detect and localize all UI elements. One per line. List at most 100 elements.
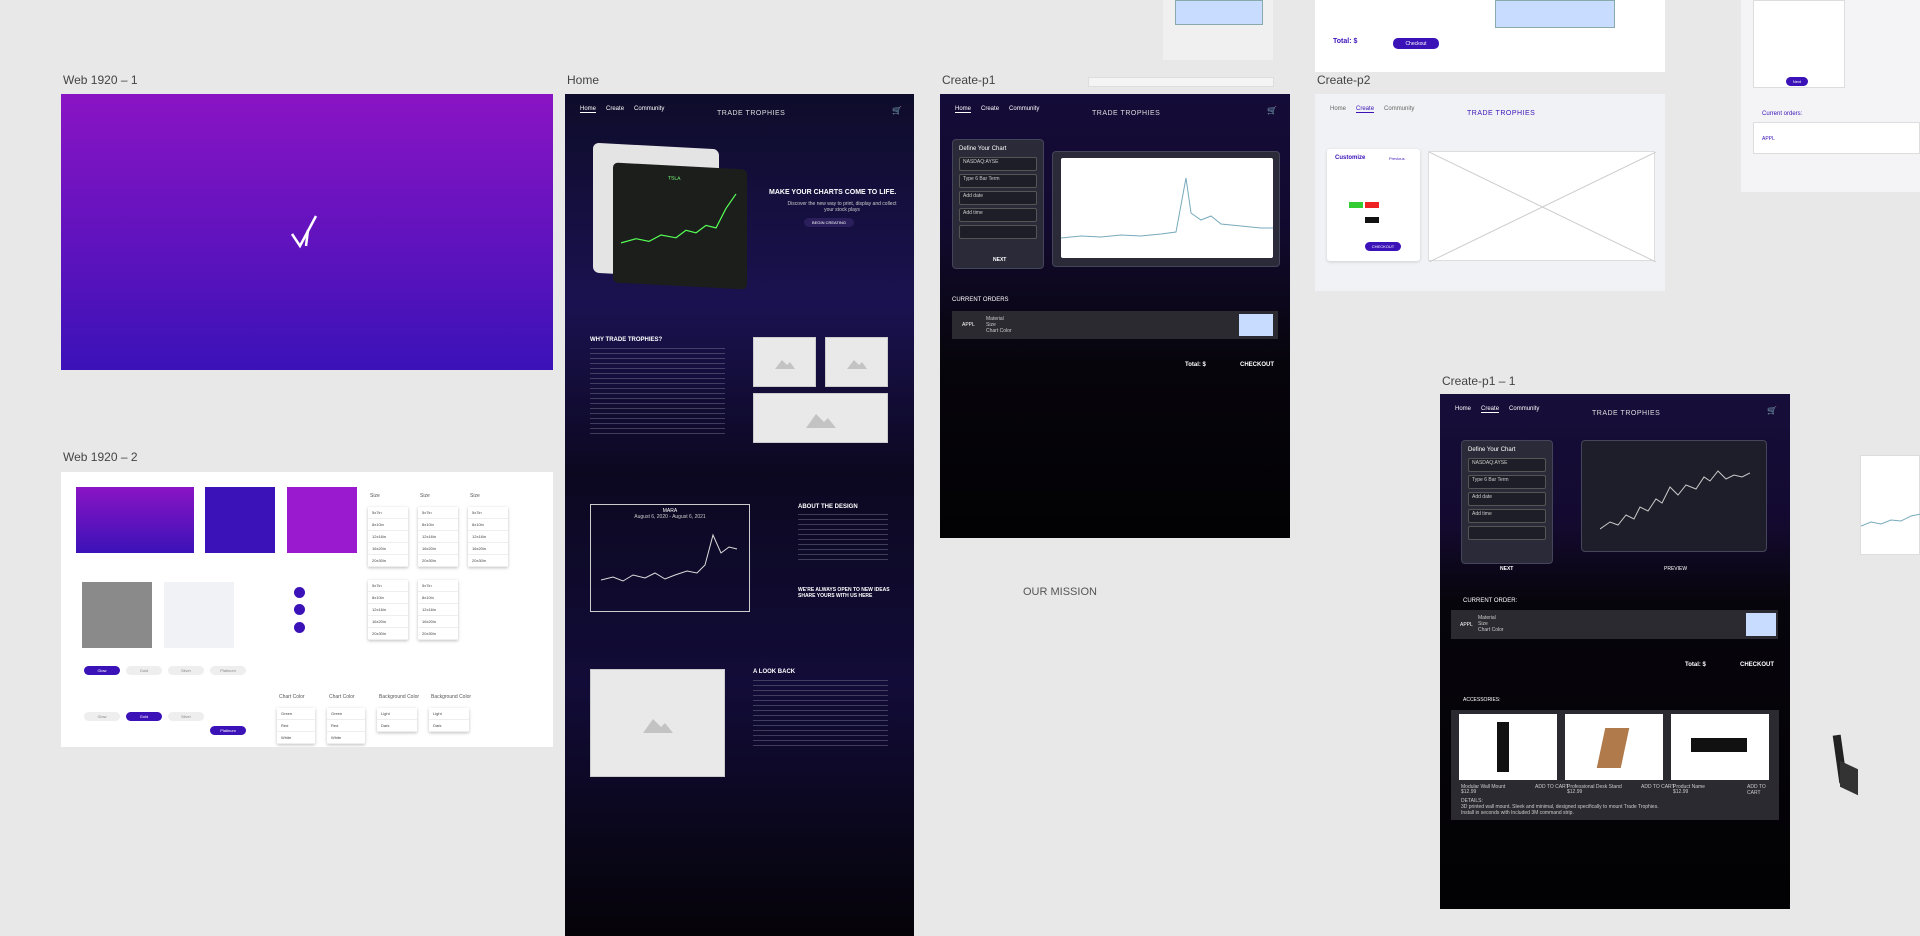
nav-create-3[interactable]: Create (1356, 106, 1375, 113)
size-dropdown-5[interactable]: 5x7in 8x10in 12x16in 16x20in 20x30in (418, 580, 458, 640)
topright-next-button[interactable]: Next (1786, 77, 1808, 86)
why-title: WHY TRADE TROPHIES? (590, 337, 663, 343)
pill-gold-active[interactable]: Gold (126, 712, 162, 721)
nav-community-2[interactable]: Community (1009, 106, 1039, 113)
chart-color-title-2: Chart Color (329, 694, 355, 700)
artboard-label-web2[interactable]: Web 1920 – 2 (63, 450, 138, 464)
pill-glow[interactable]: Glow (84, 712, 120, 721)
next-button[interactable]: NEXT (993, 257, 1006, 263)
cart-icon-2[interactable]: 🛒 (1267, 106, 1277, 115)
customize-panel: Customize Previous CHECKOUT (1327, 149, 1420, 261)
icon-button-delete[interactable] (294, 622, 305, 633)
red-swatch[interactable] (1365, 202, 1379, 208)
begin-time-input-2[interactable]: Add time (1468, 509, 1546, 523)
begin-date-input-2[interactable]: Add date (1468, 492, 1546, 506)
size-dropdown-4[interactable]: 5x7in 8x10in 12x16in 16x20in 20x30in (368, 580, 408, 640)
pill-glow-active[interactable]: Glow (84, 666, 120, 675)
topright-checkout-button[interactable]: Checkout (1393, 38, 1439, 49)
chart-color-dropdown-1[interactable]: Green Red White (277, 708, 315, 744)
create-brand[interactable]: TRADE TROPHIES (1092, 110, 1160, 117)
create-nav: Home Create Community (955, 106, 1039, 113)
accessory-image-wall-mount[interactable] (1459, 714, 1557, 780)
accessories-panel: Modular Wall Mount $12.99 ADD TO CART Pr… (1451, 710, 1779, 820)
begin-creating-button[interactable]: BEGIN CREATING (804, 218, 854, 227)
begin-time-input[interactable]: Add time (959, 208, 1037, 222)
chart-preview-panel-2 (1581, 440, 1767, 552)
checkout-button-3[interactable]: CHECKOUT (1740, 662, 1774, 668)
nav-community-3[interactable]: Community (1384, 106, 1414, 113)
ticker-select-2[interactable]: NASDAQ:AYSE (1468, 458, 1546, 472)
cart-icon-3[interactable]: 🛒 (1767, 406, 1777, 415)
bg-color-dropdown-2[interactable]: Light Dark (429, 708, 469, 732)
bg-color-dropdown-1[interactable]: Light Dark (377, 708, 417, 732)
order-row-2[interactable]: APPL Material Size Chart Color (1451, 610, 1778, 639)
pill-silver-2[interactable]: Silver (168, 712, 204, 721)
swatch-light (164, 582, 234, 648)
create11-brand[interactable]: TRADE TROPHIES (1592, 410, 1660, 417)
why-text-block (590, 348, 725, 438)
order-ticker: APPL (962, 322, 975, 328)
accessory-add-3[interactable]: ADD TO CART (1747, 784, 1779, 796)
next-button-2[interactable]: NEXT (1500, 566, 1513, 572)
icon-button-copy[interactable] (294, 604, 305, 615)
artboard-web2-style-guide[interactable]: Size 5x7in 8x10in 12x16in 16x20in 20x30in Si… (61, 472, 553, 747)
size-dropdown-2[interactable]: 5x7in 8x10in 12x16in 16x20in 20x30in (418, 507, 458, 567)
accessory-image-product[interactable] (1671, 714, 1769, 780)
create11-nav: Home Create Community (1455, 406, 1539, 413)
order-row[interactable]: APPL Material Size Chart Color (952, 311, 1278, 339)
artboard-web1[interactable] (61, 94, 553, 370)
size-title-1: Size (370, 493, 380, 499)
size-title-2: Size (420, 493, 430, 499)
checkout-button[interactable]: CHECKOUT (1240, 362, 1274, 368)
ticker-select[interactable]: NASDAQ:AYSE (959, 157, 1037, 171)
brand-logo-icon (290, 215, 318, 249)
artboard-label-create-p1-1[interactable]: Create-p1 – 1 (1442, 374, 1515, 388)
accessory-add-2[interactable]: ADD TO CART (1641, 784, 1675, 790)
black-swatch[interactable] (1365, 217, 1379, 223)
size-dropdown-1[interactable]: 5x7in 8x10in 12x16in 16x20in 20x30in (368, 507, 408, 567)
price-input-2[interactable] (1468, 526, 1546, 540)
nav-create[interactable]: Create (606, 106, 624, 113)
nav-create-2[interactable]: Create (981, 106, 999, 113)
pill-platinum-active[interactable]: Platinum (210, 726, 246, 735)
nav-community-4[interactable]: Community (1509, 406, 1539, 413)
title-input[interactable]: Type 6 Bar Term (959, 174, 1037, 188)
preview-label[interactable]: PREVIEW (1664, 566, 1687, 572)
partial-board-top-1 (1163, 0, 1273, 60)
artboard-label-home[interactable]: Home (567, 73, 599, 87)
nav-community[interactable]: Community (634, 106, 664, 113)
artboard-label-create-p1[interactable]: Create-p1 (942, 73, 995, 87)
pill-silver[interactable]: Silver (168, 666, 204, 675)
size-dropdown-3[interactable]: 5x7in 8x10in 12x16in 16x20in 20x30in (468, 507, 508, 567)
nav-home-3[interactable]: Home (1330, 106, 1346, 113)
accessories-title: ACCESSORIES: (1463, 697, 1501, 703)
artboard-create-p1-1[interactable]: Home Create Community TRADE TROPHIES 🛒 D… (1440, 394, 1790, 909)
chart-color-dropdown-2[interactable]: Green Red White (327, 708, 365, 744)
artboard-label-web1[interactable]: Web 1920 – 1 (63, 73, 138, 87)
image-placeholder-4 (590, 669, 725, 777)
artboard-create-p1[interactable]: Home Create Community TRADE TROPHIES 🛒 D… (940, 94, 1290, 538)
pill-platinum[interactable]: Platinum (210, 666, 246, 675)
ideas-text[interactable]: WE'RE ALWAYS OPEN TO NEW IDEAS SHARE YOU… (798, 587, 893, 599)
nav-home[interactable]: Home (580, 106, 597, 113)
artboard-home[interactable]: Home Create Community TRADE TROPHIES 🛒 T… (565, 94, 914, 936)
cart-icon[interactable]: 🛒 (892, 106, 902, 115)
artboard-create-p2[interactable]: Home Create Community TRADE TROPHIES Cus… (1315, 94, 1665, 291)
artboard-label-create-p2[interactable]: Create-p2 (1317, 73, 1370, 87)
previous-link[interactable]: Previous (1389, 156, 1405, 161)
title-input-2[interactable]: Type 6 Bar Term (1468, 475, 1546, 489)
home-brand[interactable]: TRADE TROPHIES (717, 110, 785, 117)
toolbar-strip (1088, 77, 1274, 87)
icon-button-add[interactable] (294, 587, 305, 598)
create2-brand[interactable]: TRADE TROPHIES (1467, 110, 1535, 117)
price-input[interactable] (959, 225, 1037, 239)
accessory-add-1[interactable]: ADD TO CART (1535, 784, 1569, 790)
green-swatch[interactable] (1349, 202, 1363, 208)
nav-home-4[interactable]: Home (1455, 406, 1471, 413)
checkout-button-2[interactable]: CHECKOUT (1365, 242, 1401, 251)
pill-gold[interactable]: Gold (126, 666, 162, 675)
accessory-image-desk-stand[interactable] (1565, 714, 1663, 780)
nav-create-4[interactable]: Create (1481, 406, 1500, 413)
begin-date-input[interactable]: Add date (959, 191, 1037, 205)
nav-home-2[interactable]: Home (955, 106, 972, 113)
